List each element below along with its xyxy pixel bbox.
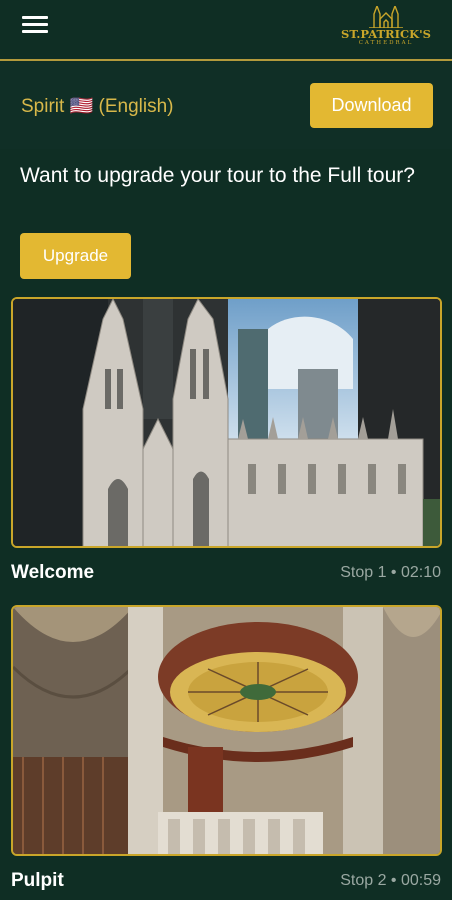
- hamburger-menu-icon[interactable]: [22, 15, 48, 35]
- logo-name: ST.PATRICK'S: [341, 27, 431, 41]
- tour-language-label[interactable]: Spirit 🇺🇸 (English): [21, 94, 173, 118]
- upgrade-prompt: Want to upgrade your tour to the Full to…: [20, 164, 415, 187]
- stop-image-welcome[interactable]: [11, 297, 442, 548]
- download-button[interactable]: Download: [310, 83, 433, 128]
- upgrade-button[interactable]: Upgrade: [20, 233, 131, 279]
- stop-meta-pulpit: Stop 2 • 00:59: [340, 872, 441, 889]
- stop-title-welcome[interactable]: Welcome: [11, 562, 94, 584]
- cathedral-spires-icon: [369, 6, 403, 28]
- stop-meta-welcome: Stop 1 • 02:10: [340, 564, 441, 581]
- stop-title-pulpit[interactable]: Pulpit: [11, 870, 64, 892]
- top-app-bar: ST.PATRICK'S CATHEDRAL: [0, 0, 452, 61]
- logo-subtitle: CATHEDRAL: [358, 40, 414, 46]
- cathedral-logo[interactable]: ST.PATRICK'S CATHEDRAL: [334, 6, 438, 56]
- stop-image-pulpit[interactable]: [11, 605, 442, 856]
